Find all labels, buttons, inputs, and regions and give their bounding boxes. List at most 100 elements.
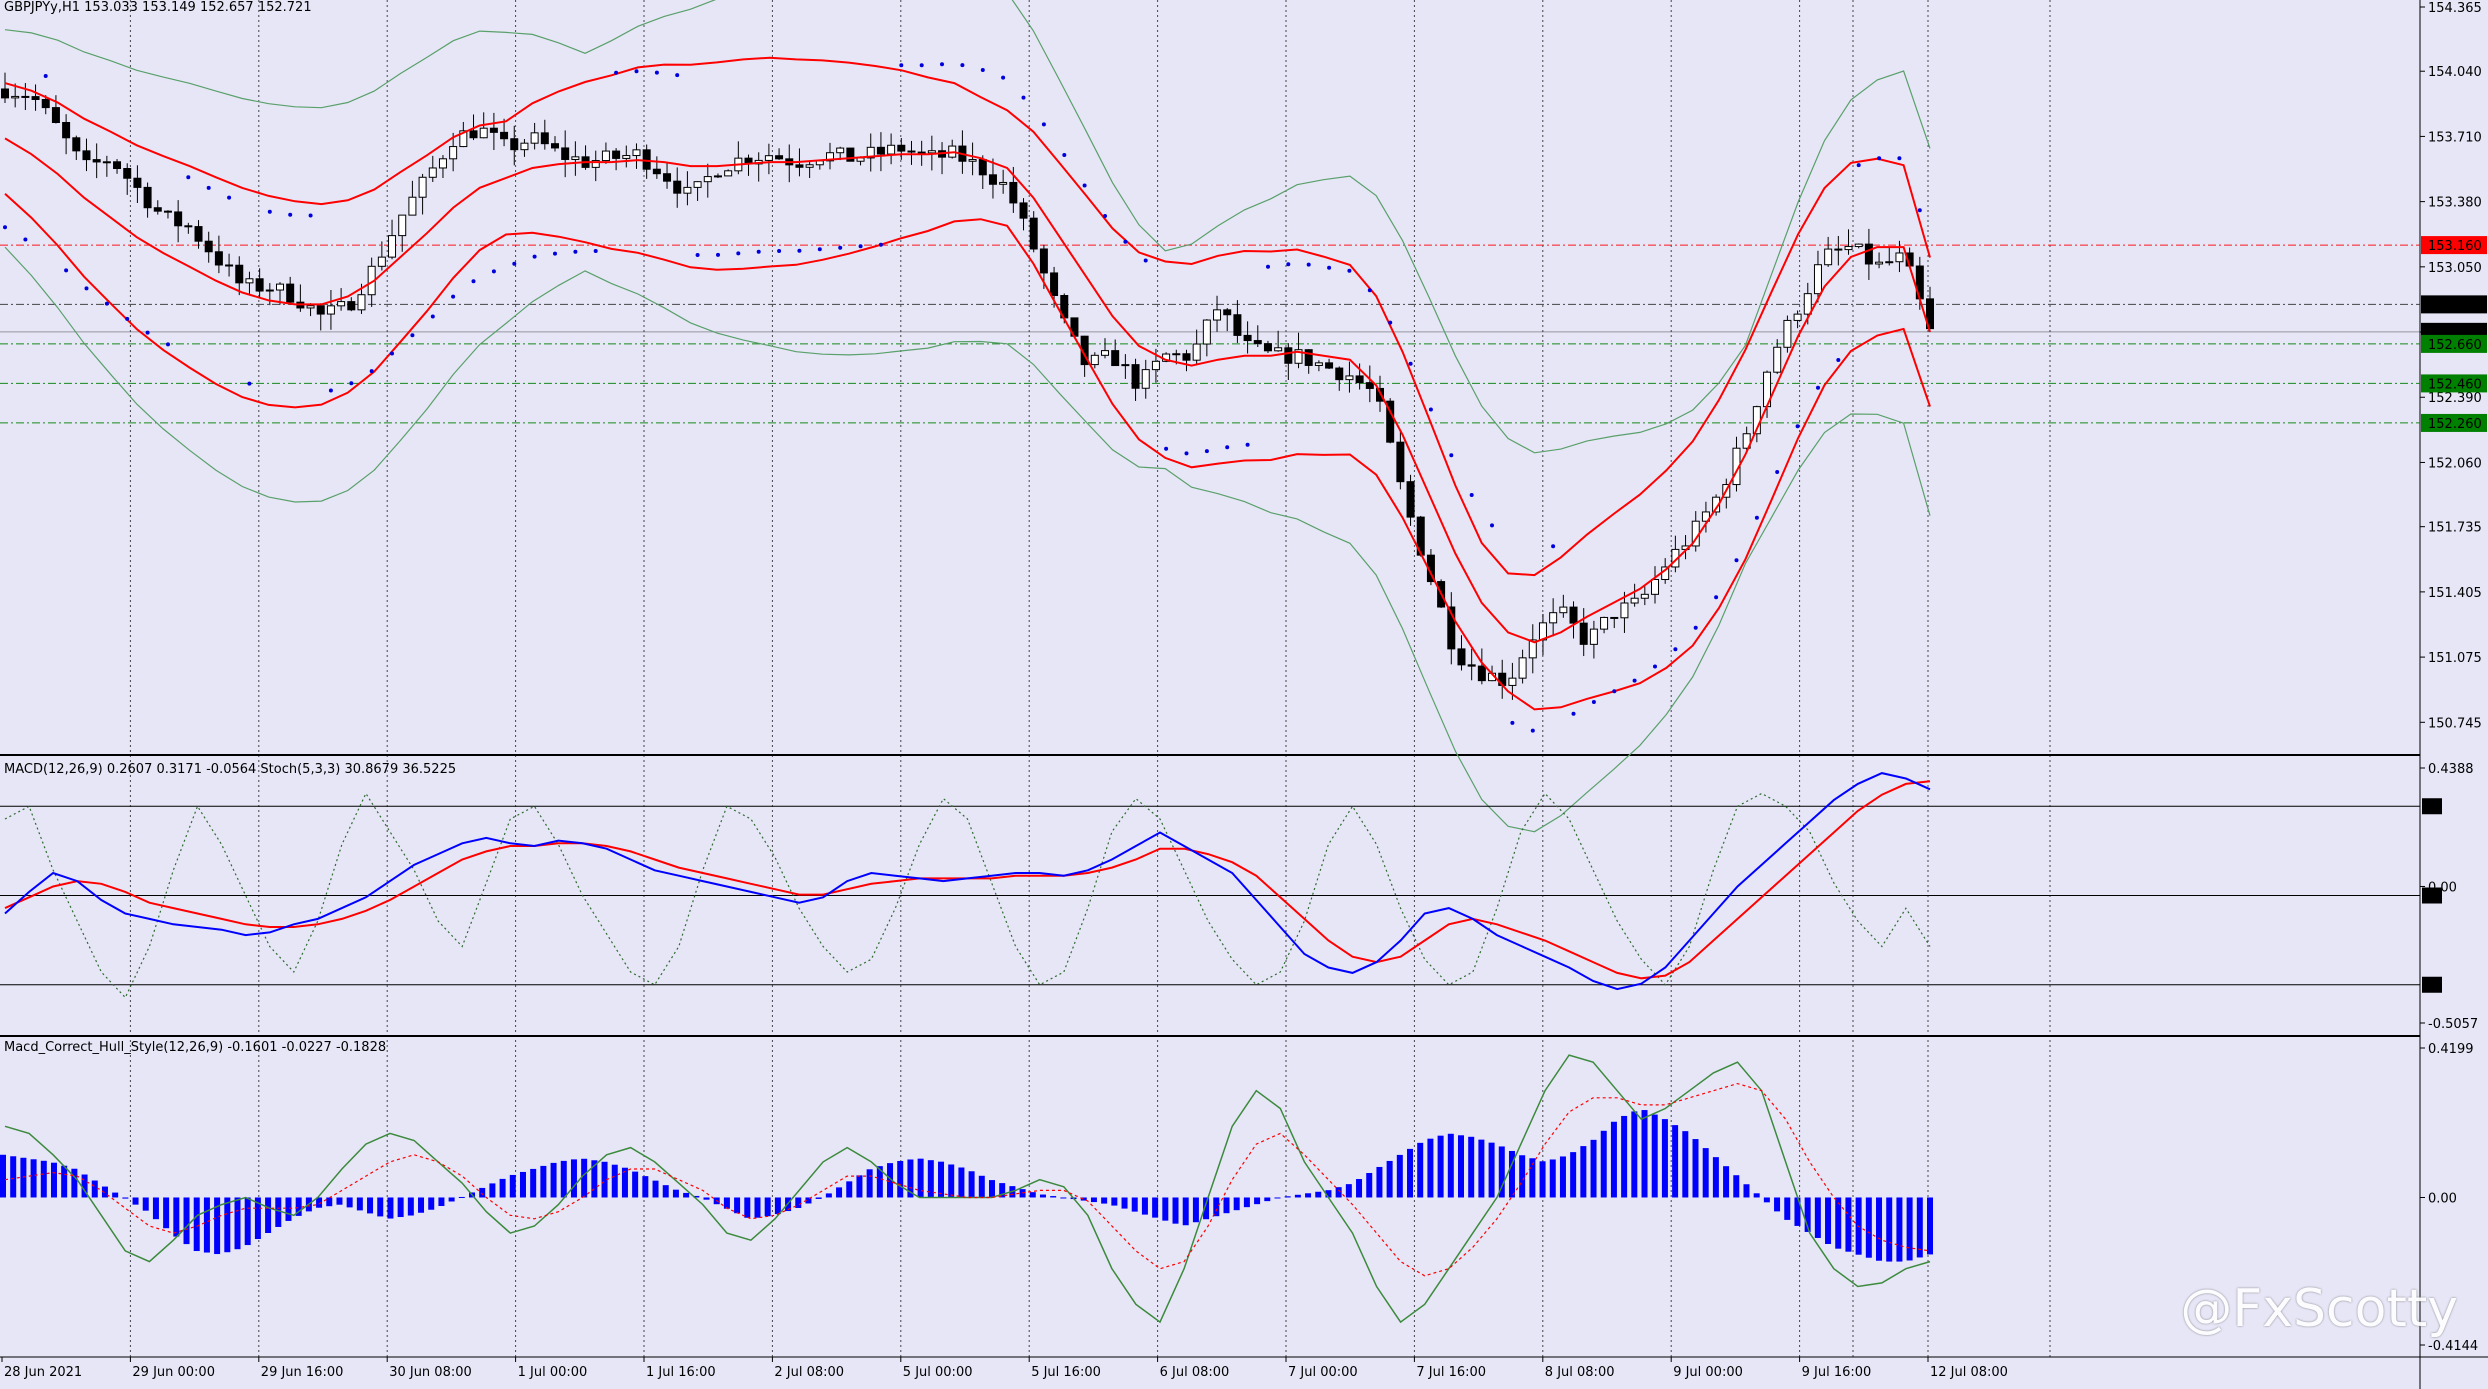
sar-dot: [369, 369, 374, 374]
sar-dot: [84, 286, 89, 291]
sar-dot: [1327, 265, 1332, 270]
candle-body: [265, 289, 274, 292]
hull-y-tick-label: 0.4199: [2428, 1042, 2474, 1057]
candle-body: [31, 96, 40, 100]
hist-bar: [866, 1169, 873, 1198]
candle-body: [408, 196, 417, 216]
hist-bar: [224, 1197, 231, 1253]
envelope-lower: [4, 192, 1931, 711]
candle-body: [1569, 606, 1578, 624]
hist-bar: [1457, 1135, 1464, 1198]
hull-y-tick-label: -0.4144: [2428, 1339, 2478, 1354]
hist-bar: [1661, 1119, 1668, 1198]
chart-canvas: 28 Jun 2021 29 Jun 00:00 29 Jun 16:00 30 Ju…: [0, 0, 2488, 1389]
sar-dot: [349, 381, 354, 386]
candle-body: [1151, 360, 1160, 371]
hist-bar: [744, 1197, 751, 1218]
candle-body: [1304, 349, 1313, 366]
hist-bar: [234, 1197, 241, 1250]
y-tick-label: 152.390: [2428, 391, 2482, 406]
candle-body: [887, 144, 896, 155]
bollinger-lower: [4, 246, 1931, 833]
hist-bar: [1784, 1197, 1791, 1220]
hist-bar: [1753, 1193, 1760, 1198]
candle-body: [113, 161, 122, 170]
stoch-level-label: 50: [2424, 890, 2441, 905]
hist-bar: [173, 1197, 180, 1237]
sar-dot: [1632, 678, 1637, 683]
hist-bar: [1488, 1142, 1495, 1198]
sar-dot: [1591, 700, 1596, 704]
candle-body: [225, 264, 234, 267]
hist-bar: [1886, 1197, 1893, 1262]
hist-bar: [1906, 1197, 1913, 1261]
candle-body: [11, 95, 20, 99]
hist-bar: [1702, 1148, 1709, 1198]
sar-dot: [777, 249, 782, 253]
sar-dot: [1530, 728, 1535, 733]
candle-body: [713, 175, 722, 178]
hist-bar: [1284, 1196, 1291, 1198]
hist-bar: [1845, 1197, 1852, 1252]
hull-histogram: [0, 1110, 1933, 1262]
price-marker-label: 152.260: [2428, 417, 2482, 432]
sar-dot: [227, 195, 232, 200]
sar-dot: [716, 252, 720, 257]
candle-body: [133, 177, 142, 188]
sar-dot: [491, 269, 496, 274]
hull-main-line: [4, 1054, 1931, 1324]
sar-dot: [1123, 239, 1128, 244]
x-tick-label: 9 Jul 00:00: [1673, 1365, 1743, 1380]
hist-bar: [489, 1183, 496, 1198]
sar-dot: [1836, 358, 1841, 362]
candle-body: [1854, 243, 1863, 248]
price-marker-label: 152.860: [2428, 298, 2482, 313]
candle-body: [1813, 264, 1822, 295]
hist-bar: [275, 1197, 282, 1227]
hist-bar: [387, 1197, 394, 1219]
candle-body: [907, 150, 916, 153]
candle-body: [693, 181, 702, 188]
hist-bar: [122, 1197, 129, 1199]
sar-dot: [1367, 288, 1372, 293]
y-tick-label: 154.040: [2428, 65, 2482, 80]
candle-body: [1131, 364, 1140, 389]
candle-body: [978, 159, 987, 176]
hist-bar: [367, 1197, 374, 1214]
candle-body: [82, 150, 91, 161]
sar-dot: [1490, 523, 1494, 528]
x-tick-label: 1 Jul 00:00: [518, 1365, 588, 1380]
candle-body: [1864, 243, 1873, 265]
hist-bar: [1580, 1146, 1587, 1198]
sar-dot: [64, 268, 69, 273]
candle-body: [1111, 350, 1120, 367]
candle-body: [551, 143, 559, 149]
candle-body: [500, 131, 509, 140]
hist-bar: [1407, 1148, 1414, 1198]
hist-bar: [815, 1197, 822, 1199]
candle-body: [1457, 648, 1466, 666]
hist-bar: [142, 1197, 149, 1211]
candle-body: [276, 283, 284, 291]
hist-bar: [1294, 1194, 1301, 1198]
sar-dot: [1388, 320, 1393, 325]
hist-bar: [91, 1180, 98, 1198]
hist-bar: [734, 1197, 741, 1214]
hist-bar: [662, 1185, 669, 1198]
hist-bar: [356, 1197, 363, 1211]
candle-body: [1172, 353, 1181, 356]
sar-dot: [1184, 451, 1189, 456]
candle-body: [642, 149, 651, 170]
hist-bar: [1631, 1111, 1638, 1198]
candle-body: [326, 305, 335, 315]
sar-dot: [1469, 493, 1474, 497]
candle-body: [1793, 313, 1802, 321]
hist-bar: [499, 1178, 506, 1198]
hist-bar: [1182, 1197, 1189, 1226]
candle-body: [438, 158, 447, 169]
hist-bar: [1090, 1197, 1097, 1203]
x-tick-label: 6 Jul 08:00: [1160, 1365, 1230, 1380]
hist-bar: [1213, 1197, 1220, 1217]
candle-body: [1885, 261, 1894, 264]
sar-dot: [166, 342, 170, 347]
